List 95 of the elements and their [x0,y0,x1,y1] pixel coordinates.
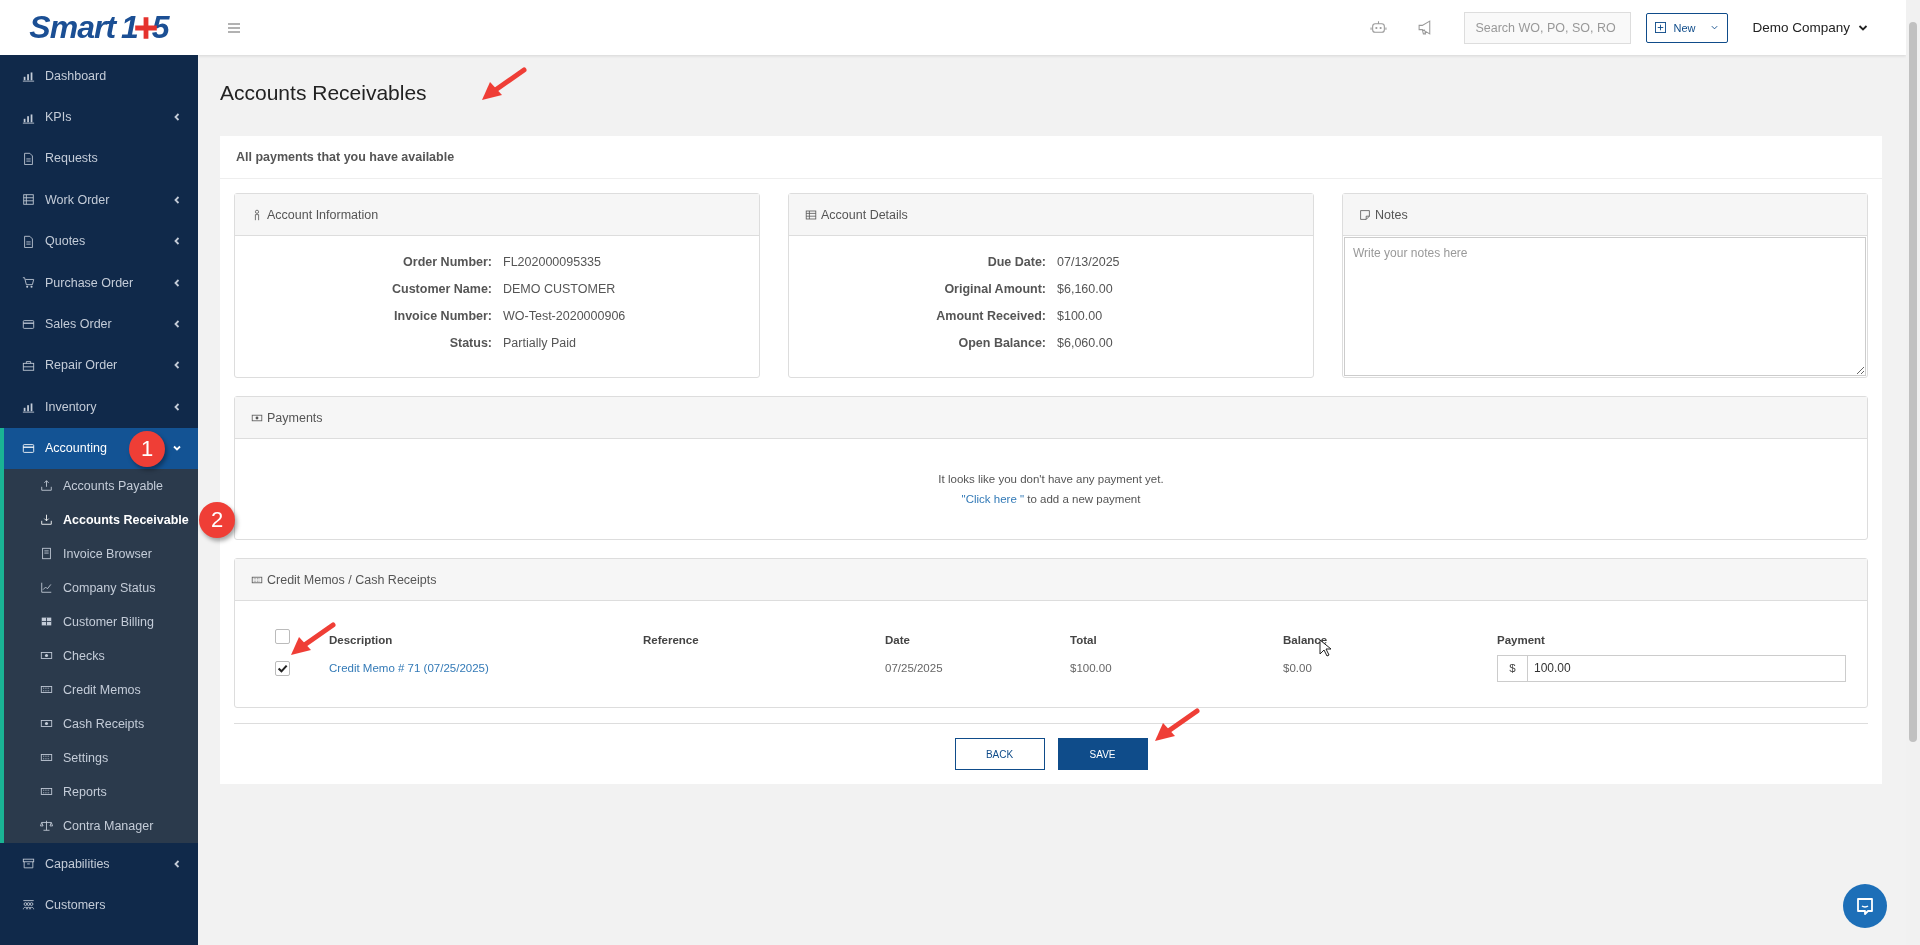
field-label: Amount Received: [935,308,1046,324]
new-button[interactable]: New [1646,12,1729,43]
field-label: Customer Name: [390,281,492,297]
field-value: FL202000095335 [503,254,602,270]
panel-heading: All payments that you have available [220,136,1882,179]
chat-button[interactable] [1843,884,1887,928]
field-value: DEMO CUSTOMER [503,281,617,297]
field-value: WO-Test-2020000906 [503,308,627,324]
annotation-badge: 1 [129,430,165,467]
add-payment-text: "Click here " to add a new payment [961,493,1141,505]
sidebar-item[interactable]: Dashboard [0,55,198,97]
sidebar-subitem[interactable]: Settings [4,740,198,775]
table-cell: $100.00 [1070,662,1112,674]
scale-icon [40,819,53,833]
column-header: Balance [1283,634,1328,646]
field-value: $100.00 [1057,308,1104,324]
sidebar-subitem[interactable]: Cash Receipts [4,706,198,741]
note-icon [1359,208,1371,221]
back-button[interactable]: BACK [954,738,1045,770]
sidebar-subitem[interactable]: Customer Billing [4,604,198,639]
document-icon [22,151,35,165]
sidebar-subitem[interactable]: Checks [4,638,198,673]
checkbox[interactable] [275,660,290,676]
table-icon [805,208,817,221]
card-title: Payments [267,410,323,425]
card-title: Credit Memos / Cash Receipts [267,572,437,587]
card-title: Account Information [267,207,379,222]
sidebar-subitem[interactable]: Credit Memos [4,672,198,707]
document-icon [22,234,35,248]
cart-icon [22,276,35,290]
sidebar-item[interactable]: Quotes [0,220,198,262]
checkbox[interactable] [275,629,290,644]
field-value: 07/13/2025 [1057,254,1121,270]
field-value: $6,160.00 [1057,281,1114,297]
card-icon [22,317,35,331]
sidebar-subitem[interactable]: Contra Manager [4,808,198,843]
bar-chart-icon [22,69,35,83]
sidebar-item[interactable]: Accounting 1 [0,427,198,469]
line-chart-icon [40,581,53,595]
sidebar-subitem[interactable]: Invoice Browser [4,536,198,571]
field-label: Invoice Number: [393,308,492,324]
book-icon [40,547,53,561]
search-field[interactable]: Search WO, PO, SO, RO [1464,11,1632,44]
column-header: Description [329,634,393,646]
field-label: Status: [448,335,492,351]
download-tray-icon [40,513,53,527]
table-cell: $0.00 [1283,662,1312,674]
chat-icon [1855,896,1875,916]
empty-message: It looks like you don't have any payment yet. [938,473,1164,485]
field-label: Original Amount: [943,281,1046,297]
list-icon [22,193,35,207]
page-title: Accounts Receivables [220,80,427,106]
robot-icon[interactable] [1370,19,1388,36]
field-value: $6,060.00 [1057,335,1114,351]
caret-icon [1710,23,1720,32]
archive-box-icon [22,857,35,871]
column-header: Date [885,634,910,646]
column-header: Payment [1497,634,1545,646]
sidebar-subitem[interactable]: Reports [4,774,198,809]
table-cell: 07/25/2025 [885,662,943,674]
menu-icon[interactable] [228,22,240,33]
bar-chart-icon [22,400,35,414]
sidebar-item[interactable]: Requests [0,137,198,180]
payment-input[interactable]: 100.00 [1527,654,1846,682]
credit-memo-link[interactable]: Credit Memo # 71 (07/25/2025) [329,662,489,674]
sidebar-item[interactable]: Purchase Order [0,261,198,304]
save-button[interactable]: SAVE [1057,738,1148,770]
sidebar-subitem[interactable]: Company Status [4,570,198,605]
card-icon [22,441,35,455]
people-icon [22,898,35,912]
sidebar-item[interactable]: KPIs [0,96,198,138]
sidebar-subitem[interactable]: Accounts Payable [4,468,198,503]
annotation-badge: 2 [199,501,235,538]
add-payment-link[interactable]: "Click here " [961,493,1025,505]
field-label: Due Date: [986,254,1046,270]
logo[interactable]: Smart 1 5 [0,0,198,55]
plus-icon [1655,22,1667,33]
sidebar-item[interactable]: Capabilities [0,842,198,885]
card-title: Notes [1375,207,1408,222]
column-header: Reference [643,634,699,646]
sidebar-subitem[interactable]: Accounts Receivable [4,502,198,537]
field-value: Partially Paid [503,335,577,351]
column-header: Total [1070,634,1097,646]
company-menu[interactable]: Demo Company [1752,20,1868,35]
field-label: Open Balance: [957,335,1046,351]
field-label: Order Number: [402,254,492,270]
sidebar-item[interactable]: Customers [0,884,198,926]
briefcase-icon [22,358,35,372]
sidebar-item[interactable]: Work Order [0,179,198,221]
card-title: Account Details [821,207,908,222]
sidebar-item[interactable]: Sales Order [0,303,198,345]
sidebar-item[interactable]: Repair Order [0,344,198,387]
notes-field[interactable]: Write your notes here [1344,237,1866,376]
upload-tray-icon [40,479,53,493]
sidebar-item[interactable]: Inventory [0,386,198,428]
